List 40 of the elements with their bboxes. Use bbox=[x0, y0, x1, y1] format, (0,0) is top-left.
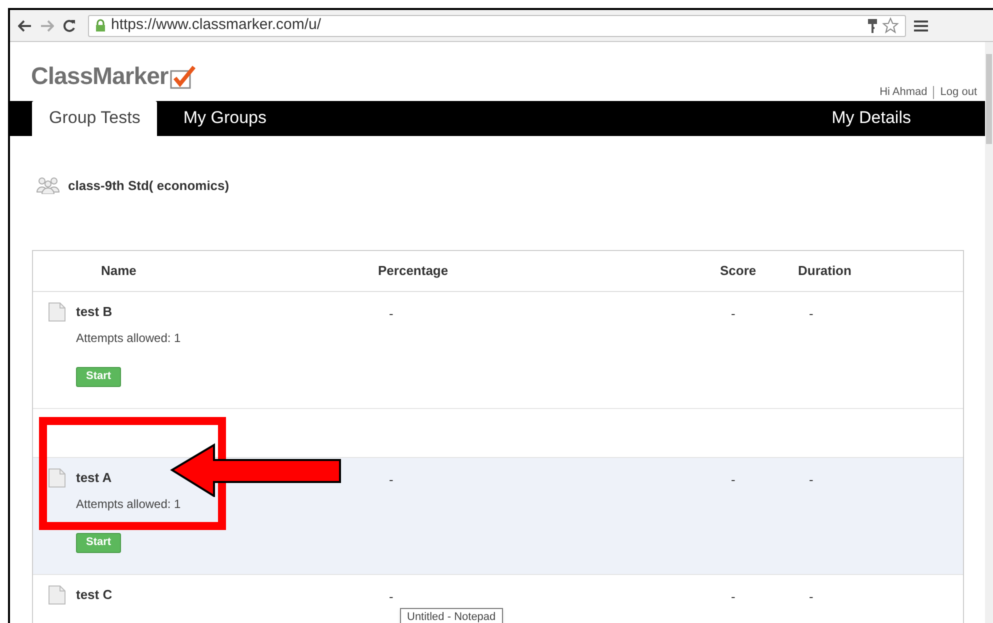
scrollbar[interactable] bbox=[985, 42, 993, 623]
column-header: Percentage bbox=[378, 263, 448, 278]
greeting-text: Hi Ahmad bbox=[880, 85, 928, 100]
column-header: Score bbox=[720, 263, 756, 278]
my-details-link[interactable]: My Details bbox=[832, 100, 911, 136]
score-cell: - bbox=[731, 306, 736, 321]
back-icon[interactable] bbox=[18, 20, 32, 32]
test-name: test A bbox=[76, 469, 112, 487]
taskbar-tooltip: Untitled - Notepad bbox=[400, 608, 503, 623]
score-cell: - bbox=[731, 472, 736, 487]
group-name: class-9th Std( economics) bbox=[68, 176, 230, 195]
duration-cell: - bbox=[809, 306, 814, 321]
group-icon bbox=[36, 176, 60, 194]
document-icon bbox=[48, 468, 66, 488]
address-field[interactable]: https://www.classmarker.com/u/ bbox=[88, 14, 906, 36]
percentage-cell: - bbox=[389, 306, 394, 321]
percentage-cell: - bbox=[389, 472, 394, 487]
logout-link[interactable]: Log out bbox=[940, 84, 977, 100]
duration-cell: - bbox=[809, 472, 814, 487]
score-cell: - bbox=[731, 589, 736, 604]
duration-cell: - bbox=[809, 589, 814, 604]
nav-tab[interactable]: My Groups bbox=[169, 100, 280, 136]
menu-icon[interactable] bbox=[914, 20, 928, 32]
document-icon bbox=[48, 302, 66, 322]
test-name: test C bbox=[76, 586, 112, 604]
attempts-text: Attempts allowed: 1 bbox=[76, 496, 181, 512]
key-icon[interactable] bbox=[868, 18, 877, 32]
star-icon[interactable] bbox=[882, 17, 899, 34]
nav-tab[interactable]: Group Tests bbox=[32, 100, 158, 136]
url-text: https://www.classmarker.com/u/ bbox=[111, 15, 322, 36]
lock-icon bbox=[95, 19, 106, 32]
attempts-text: Attempts allowed: 1 bbox=[76, 330, 181, 346]
logo-text: ClassMarker bbox=[31, 62, 168, 92]
document-icon bbox=[48, 585, 66, 605]
reload-icon[interactable] bbox=[62, 18, 76, 32]
column-header: Name bbox=[101, 263, 136, 278]
column-header: Duration bbox=[798, 263, 852, 278]
checkmark-logo-icon bbox=[170, 65, 196, 89]
test-name: test B bbox=[76, 303, 112, 321]
percentage-cell: - bbox=[389, 589, 394, 604]
